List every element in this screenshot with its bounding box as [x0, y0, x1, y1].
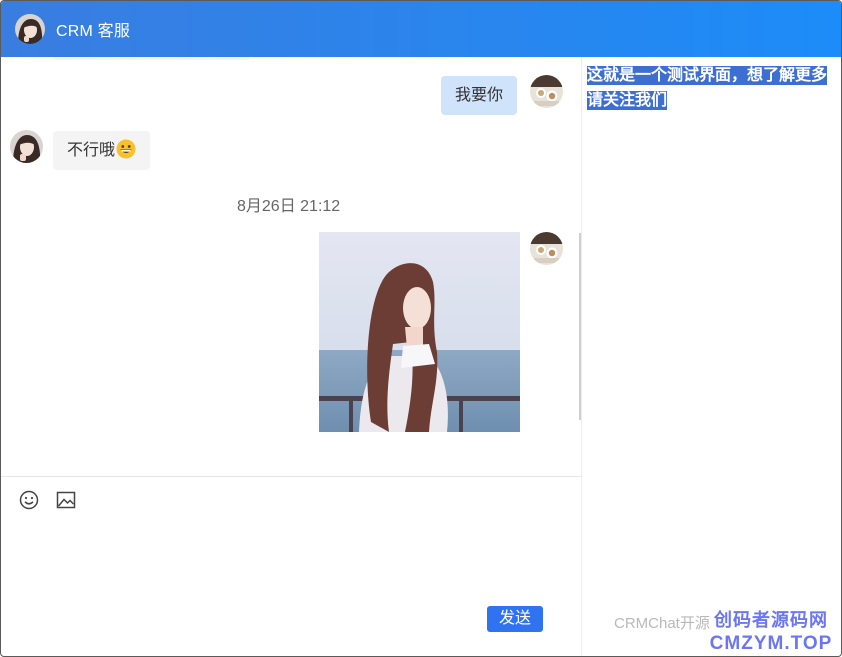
previous-bubble-edge — [53, 57, 249, 60]
chat-window: CRM 客服 我要你 不行哦 8月26日 21:12 发送 这就是一个测试界面，… — [0, 0, 842, 657]
message-bubble-other[interactable]: 不行哦 — [53, 131, 151, 170]
info-notice: 这就是一个测试界面，想了解更多请关注我们 — [587, 63, 835, 113]
agent-avatar-icon[interactable] — [10, 130, 43, 163]
message-text: 我要你 — [455, 87, 504, 104]
self-avatar-icon[interactable] — [530, 75, 563, 108]
site-watermark: 创码者源码网 CMZYM.TOP — [701, 609, 841, 655]
user-avatar-icon[interactable] — [15, 14, 45, 44]
watermark-line-1: 创码者源码网 — [714, 610, 828, 630]
notice-text: 这就是一个测试界面，想了解更多请关注我们 — [587, 66, 828, 110]
grinning-face-emoji-icon — [116, 135, 136, 159]
girl-photo-image — [319, 232, 520, 432]
image-message[interactable] — [319, 232, 520, 432]
panel-divider — [581, 57, 582, 656]
picture-icon[interactable] — [55, 489, 77, 511]
smiley-icon[interactable] — [18, 489, 40, 511]
message-list[interactable]: 我要你 不行哦 8月26日 21:12 — [1, 57, 581, 476]
message-timestamp: 8月26日 21:12 — [237, 198, 341, 215]
watermark-line-2: CMZYM.TOP — [709, 633, 833, 654]
powered-by-text: CRMChat开源 — [614, 615, 710, 632]
chat-header: CRM 客服 — [1, 1, 841, 57]
header-title: CRM 客服 — [56, 23, 131, 40]
self-avatar-icon[interactable] — [530, 232, 563, 265]
message-bubble-self[interactable]: 我要你 — [441, 76, 518, 115]
send-button[interactable]: 发送 — [487, 606, 543, 632]
message-input[interactable] — [9, 519, 574, 597]
message-text: 不行哦 — [67, 142, 116, 159]
compose-divider — [1, 476, 581, 477]
